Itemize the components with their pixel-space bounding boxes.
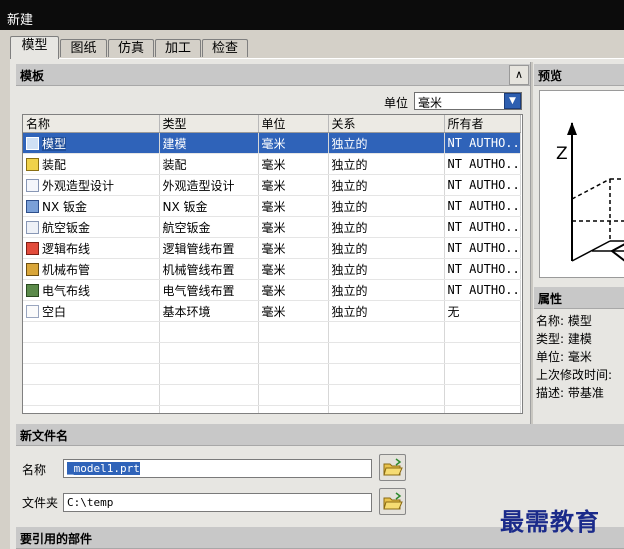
sheet-metal-icon — [26, 199, 39, 213]
unit-select[interactable]: 毫米 ▼ — [414, 92, 522, 110]
window-title: 新建 — [7, 13, 34, 28]
empty-row — [23, 405, 521, 413]
assembly-icon — [26, 157, 39, 171]
preview-canvas: Z — [539, 90, 624, 278]
templates-header: 模板 — [16, 64, 530, 86]
name-label: 名称 — [22, 463, 47, 477]
empty-row — [23, 342, 521, 364]
splitter[interactable] — [530, 62, 533, 424]
collapse-chevron-up-icon[interactable]: ∧ — [509, 65, 529, 85]
folder-open-icon — [383, 492, 403, 510]
property-modified: 上次修改时间: — [536, 368, 613, 382]
empty-row — [23, 363, 521, 385]
unit-select-value: 毫米 — [418, 96, 443, 110]
tab-manufacturing[interactable]: 加工 — [155, 39, 201, 57]
properties-list: 名称: 模型 类型: 建模 单位: 毫米 上次修改时间: 描述: 带基准 — [536, 312, 624, 408]
table-row[interactable]: 外观造型设计 外观造型设计 毫米 独立的 NT AUTHO... — [23, 174, 521, 196]
folder-label: 文件夹 — [22, 496, 59, 510]
column-header-relation[interactable]: 关系 — [328, 115, 445, 133]
table-row[interactable]: 电气布线 电气管线布置 毫米 独立的 NT AUTHO... — [23, 279, 521, 301]
property-name: 名称: 模型 — [536, 314, 592, 328]
preview-header-label: 预览 — [538, 69, 563, 83]
unit-label: 单位 — [384, 96, 409, 110]
tab-simulation[interactable]: 仿真 — [108, 39, 154, 57]
window-title-bar: 新建 — [0, 0, 624, 30]
z-axis-label: Z — [556, 144, 568, 164]
table-row[interactable]: 航空钣金 航空钣金 毫米 独立的 NT AUTHO... — [23, 216, 521, 238]
tab-drawing[interactable]: 图纸 — [60, 39, 107, 57]
electrical-routing-icon — [26, 283, 39, 297]
column-header-type[interactable]: 类型 — [159, 115, 259, 133]
new-file-header: 新文件名 — [16, 424, 624, 446]
empty-row — [23, 321, 521, 343]
properties-header: 属性 — [534, 287, 624, 309]
templates-header-label: 模板 — [20, 69, 45, 83]
table-row[interactable]: 空白 基本环境 毫米 独立的 无 — [23, 300, 521, 322]
shape-studio-icon — [26, 178, 39, 192]
browse-folder-button[interactable] — [379, 488, 406, 515]
table-row[interactable]: 机械布管 机械管线布置 毫米 独立的 NT AUTHO... — [23, 258, 521, 280]
filename-selected-text: _model1.prt — [67, 462, 140, 475]
property-unit: 单位: 毫米 — [536, 350, 592, 364]
column-header-owner[interactable]: 所有者 — [444, 115, 521, 133]
referenced-parts-header-label: 要引用的部件 — [20, 532, 93, 546]
property-type: 类型: 建模 — [536, 332, 592, 346]
dropdown-arrow-icon[interactable]: ▼ — [504, 93, 521, 109]
column-header-name[interactable]: 名称 — [23, 115, 160, 133]
datum-csys-icon: Z — [556, 122, 624, 262]
new-file-header-label: 新文件名 — [20, 429, 69, 443]
tab-model[interactable]: 模型 — [10, 36, 59, 59]
watermark-text: 最需教育 — [500, 507, 600, 536]
browse-filename-button[interactable] — [379, 454, 406, 481]
properties-header-label: 属性 — [538, 292, 563, 306]
mechanical-routing-icon — [26, 262, 39, 276]
column-header-unit[interactable]: 单位 — [258, 115, 329, 133]
table-row[interactable]: 装配 装配 毫米 独立的 NT AUTHO... — [23, 153, 521, 175]
table-header-row: 名称 类型 单位 关系 所有者 — [23, 115, 521, 133]
templates-table: 名称 类型 单位 关系 所有者 模型 建模 毫米 独立的 NT AUTHO...… — [22, 114, 523, 414]
table-row[interactable]: 逻辑布线 逻辑管线布置 毫米 独立的 NT AUTHO... — [23, 237, 521, 259]
property-description: 描述: 带基准 — [536, 386, 604, 400]
preview-header: 预览 — [534, 64, 624, 86]
empty-row — [23, 384, 521, 406]
blank-icon — [26, 304, 39, 318]
tab-inspection[interactable]: 检查 — [202, 39, 248, 57]
model-icon — [26, 136, 39, 150]
folder-open-icon — [383, 458, 403, 476]
table-row[interactable]: NX 钣金 NX 钣金 毫米 独立的 NT AUTHO... — [23, 195, 521, 217]
filename-input[interactable]: _model1.prt — [63, 459, 372, 478]
folder-input[interactable]: C:\temp — [63, 493, 372, 512]
aero-sheet-metal-icon — [26, 220, 39, 234]
logical-routing-icon — [26, 241, 39, 255]
table-row[interactable]: 模型 建模 毫米 独立的 NT AUTHO... — [23, 132, 521, 154]
